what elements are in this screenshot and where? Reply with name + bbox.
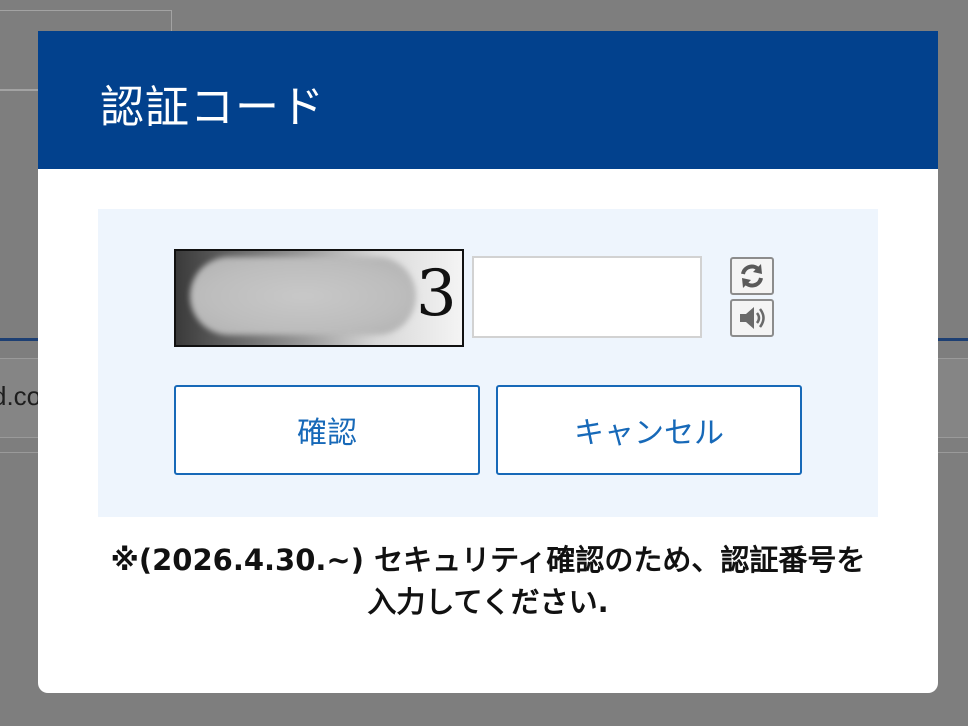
security-notice: ※(2026.4.30.~) セキュリティ確認のため、認証番号を 入力してくださ…	[78, 539, 898, 623]
captcha-dialog: 認証コード 3 確認 キャンセル ※(2026.4.30.~) セキュリティ確認…	[38, 31, 938, 693]
captcha-redaction	[190, 257, 416, 335]
captcha-input[interactable]	[472, 256, 702, 338]
refresh-button[interactable]	[730, 257, 774, 295]
confirm-button[interactable]: 確認	[174, 385, 480, 475]
dialog-header: 認証コード	[38, 31, 938, 169]
refresh-icon	[741, 264, 763, 288]
captcha-panel: 3 確認 キャンセル	[98, 209, 878, 517]
captcha-glyph: 3	[416, 257, 457, 331]
notice-line: ※(2026.4.30.~) セキュリティ確認のため、認証番号を	[110, 543, 866, 577]
captcha-image: 3	[174, 249, 464, 347]
cancel-button[interactable]: キャンセル	[496, 385, 802, 475]
background-input-text: d.co	[0, 381, 42, 411]
speaker-icon	[740, 307, 765, 329]
audio-button[interactable]	[730, 299, 774, 337]
notice-line: 入力してください.	[367, 585, 609, 619]
dialog-title: 認証コード	[100, 82, 325, 133]
background-divider	[0, 90, 40, 91]
